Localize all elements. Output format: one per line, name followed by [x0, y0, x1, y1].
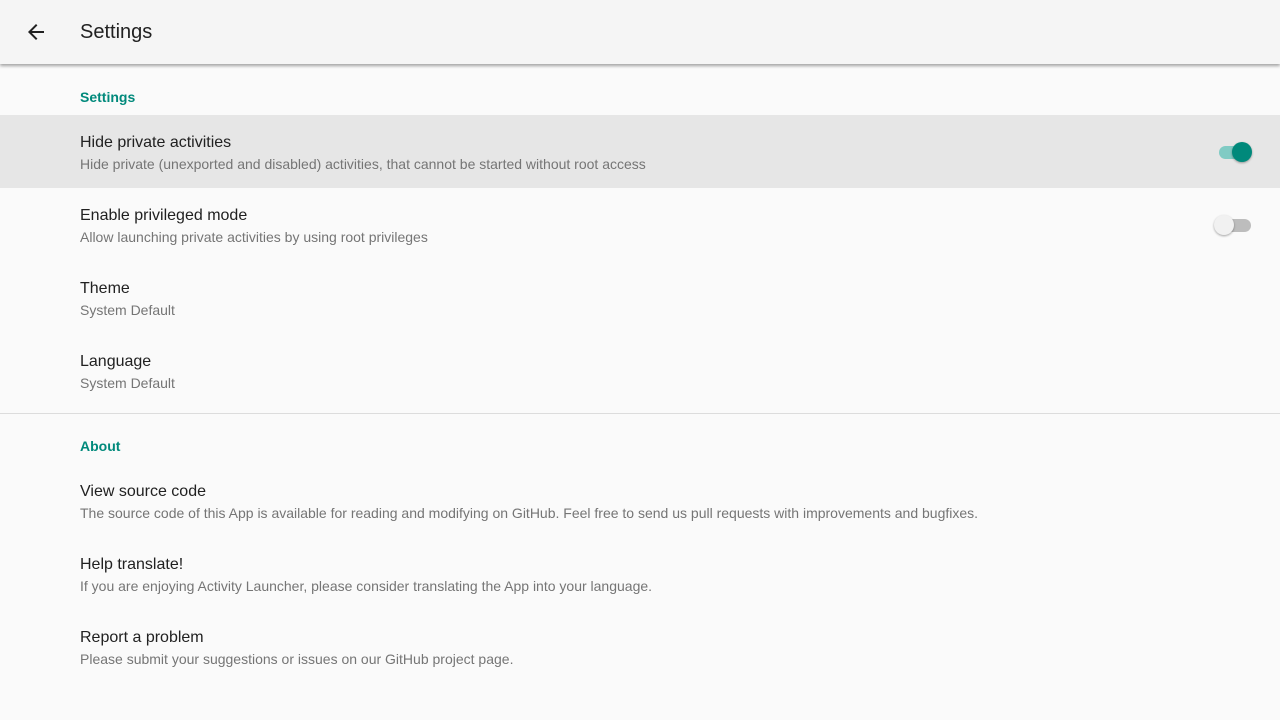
pref-summary: If you are enjoying Activity Launcher, p… — [80, 578, 653, 594]
pref-help-translate[interactable]: Help translate! If you are enjoying Acti… — [0, 537, 1280, 610]
pref-theme[interactable]: Theme System Default — [0, 261, 1280, 334]
switch-thumb — [1232, 142, 1252, 162]
settings-list: Settings Hide private activities Hide pr… — [0, 65, 1280, 720]
category-about: About — [0, 414, 1280, 464]
pref-summary: System Default — [80, 302, 175, 318]
pref-view-source-code[interactable]: View source code The source code of this… — [0, 464, 1280, 537]
pref-title: Language — [80, 353, 152, 370]
pref-summary: System Default — [80, 375, 175, 391]
pref-summary: Hide private (unexported and disabled) a… — [80, 156, 646, 172]
hide-private-toggle[interactable] — [1218, 141, 1252, 163]
category-title-settings: Settings — [80, 89, 136, 105]
pref-title: View source code — [80, 483, 206, 500]
back-button[interactable] — [16, 12, 56, 52]
pref-summary: Please submit your suggestions or issues… — [80, 651, 514, 667]
category-title-about: About — [80, 438, 121, 454]
pref-report-problem[interactable]: Report a problem Please submit your sugg… — [0, 610, 1280, 683]
app-bar: Settings — [0, 0, 1280, 64]
pref-title: Report a problem — [80, 629, 204, 646]
pref-title: Hide private activities — [80, 134, 232, 151]
category-settings: Settings — [0, 65, 1280, 115]
page-title: Settings — [80, 21, 153, 43]
pref-summary: Allow launching private activities by us… — [80, 229, 428, 245]
arrow-left-icon — [28, 24, 44, 40]
pref-title: Help translate! — [80, 556, 184, 573]
switch-thumb — [1214, 215, 1234, 235]
pref-title: Enable privileged mode — [80, 207, 248, 224]
privileged-mode-toggle[interactable] — [1214, 214, 1252, 236]
pref-hide-private-activities[interactable]: Hide private activities Hide private (un… — [0, 115, 1280, 188]
pref-summary: The source code of this App is available… — [80, 505, 979, 521]
pref-language[interactable]: Language System Default — [0, 334, 1280, 407]
pref-title: Theme — [80, 280, 130, 297]
pref-enable-privileged-mode[interactable]: Enable privileged mode Allow launching p… — [0, 188, 1280, 261]
